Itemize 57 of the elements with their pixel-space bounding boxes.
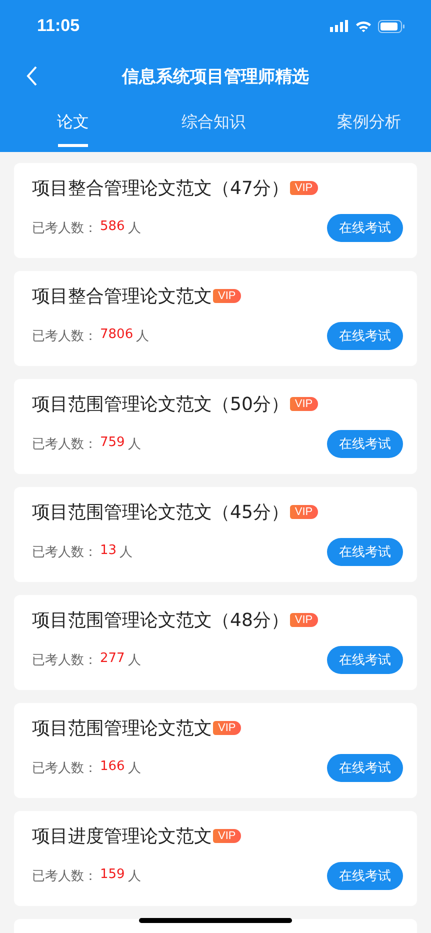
- online-exam-button[interactable]: 在线考试: [327, 214, 403, 242]
- exam-card[interactable]: 项目范围管理论文范文（48分） VIP 已考人数： 277 人 在线考试: [14, 595, 417, 690]
- stat-unit: 人: [120, 544, 133, 561]
- signal-icon: [330, 20, 349, 32]
- back-icon[interactable]: [26, 66, 38, 86]
- exam-title: 项目范围管理论文范文（45分）: [32, 501, 289, 524]
- stat-label: 已考人数：: [32, 328, 97, 345]
- stat-unit: 人: [128, 760, 141, 777]
- exam-title: 项目进度管理论文范文: [32, 825, 212, 848]
- stat-label: 已考人数：: [32, 652, 97, 669]
- exam-title: 项目整合管理论文范文（47分）: [32, 177, 289, 200]
- taker-count: 166: [100, 759, 125, 776]
- vip-badge: VIP: [290, 397, 318, 411]
- stat-label: 已考人数：: [32, 436, 97, 453]
- tab[interactable]: 案例分析: [319, 100, 419, 150]
- exam-card[interactable]: 项目整合管理论文范文（47分） VIP 已考人数： 586 人 在线考试: [14, 163, 417, 258]
- vip-badge: VIP: [213, 289, 241, 303]
- vip-badge: VIP: [213, 829, 241, 843]
- taker-count: 586: [100, 219, 125, 236]
- wifi-icon: [355, 20, 372, 32]
- stat-label: 已考人数：: [32, 544, 97, 561]
- exam-card[interactable]: 项目范围管理论文范文（50分） VIP 已考人数： 759 人 在线考试: [14, 379, 417, 474]
- exam-card[interactable]: 项目进度管理论文范文 VIP 已考人数： 159 人 在线考试: [14, 811, 417, 906]
- tab[interactable]: 综合知识: [164, 100, 264, 150]
- stat-label: 已考人数：: [32, 220, 97, 237]
- stat-label: 已考人数：: [32, 760, 97, 777]
- taker-count: 159: [100, 867, 125, 884]
- stat-unit: 人: [136, 328, 150, 345]
- exam-title: 项目范围管理论文范文（50分）: [32, 393, 289, 416]
- stat-label: 已考人数：: [32, 868, 97, 885]
- exam-title: 项目范围管理论文范文: [32, 717, 212, 740]
- exam-title: 项目范围管理论文范文（48分）: [32, 609, 289, 632]
- vip-badge: VIP: [290, 181, 318, 195]
- online-exam-button[interactable]: 在线考试: [327, 322, 403, 350]
- taker-count: 7806: [100, 327, 134, 344]
- taker-count: 277: [100, 651, 125, 668]
- stat-unit: 人: [128, 220, 141, 237]
- exam-card[interactable]: 项目整合管理论文范文 VIP 已考人数： 7806 人 在线考试: [14, 271, 417, 366]
- stat-unit: 人: [128, 868, 141, 885]
- online-exam-button[interactable]: 在线考试: [327, 430, 403, 458]
- battery-icon: [378, 20, 405, 32]
- online-exam-button[interactable]: 在线考试: [327, 646, 403, 674]
- vip-badge: VIP: [290, 505, 318, 519]
- page-title: 信息系统项目管理师精选: [122, 66, 309, 88]
- exam-card[interactable]: 项目范围管理论文范文 VIP 已考人数： 166 人 在线考试: [14, 703, 417, 798]
- status-time: 11:05: [37, 16, 80, 36]
- exam-title: 项目整合管理论文范文: [32, 285, 212, 308]
- taker-count: 759: [100, 435, 125, 452]
- taker-count: 13: [100, 543, 117, 560]
- exam-card[interactable]: 项目范围管理论文范文（45分） VIP 已考人数： 13 人 在线考试: [14, 487, 417, 582]
- online-exam-button[interactable]: 在线考试: [327, 862, 403, 890]
- vip-badge: VIP: [290, 613, 318, 627]
- stat-unit: 人: [128, 436, 141, 453]
- vip-badge: VIP: [213, 721, 241, 735]
- online-exam-button[interactable]: 在线考试: [327, 538, 403, 566]
- online-exam-button[interactable]: 在线考试: [327, 754, 403, 782]
- stat-unit: 人: [128, 652, 141, 669]
